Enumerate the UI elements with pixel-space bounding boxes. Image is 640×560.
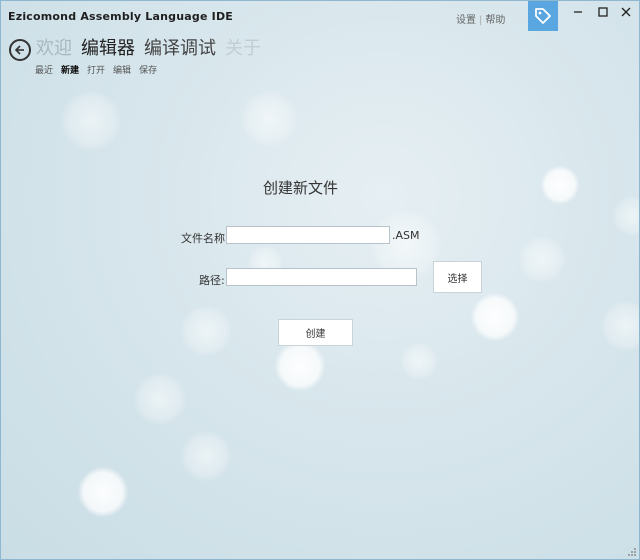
minimize-button[interactable] xyxy=(571,5,585,19)
nav-welcome[interactable]: 欢迎 xyxy=(36,38,72,59)
subnav-recent[interactable]: 最近 xyxy=(35,66,53,76)
main-nav: 欢迎 编辑器 编译调试 关于 xyxy=(36,34,270,60)
bokeh-light xyxy=(181,306,231,356)
bokeh-light xyxy=(541,166,579,204)
app-window: Ezicomond Assembly Language IDE 设置 | 帮助 欢迎… xyxy=(0,0,640,560)
extension-label: .ASM xyxy=(392,229,420,242)
close-button[interactable] xyxy=(619,5,633,19)
bokeh-light xyxy=(241,91,297,147)
bokeh-light xyxy=(401,343,437,379)
settings-link[interactable]: 设置 xyxy=(456,15,476,26)
path-label: 路径: xyxy=(199,274,225,287)
nav-about[interactable]: 关于 xyxy=(225,38,261,59)
browse-button[interactable]: 选择 xyxy=(433,261,482,293)
bokeh-light xyxy=(601,301,639,351)
tag-tile-button[interactable] xyxy=(528,1,558,31)
minimize-icon xyxy=(574,11,582,13)
tag-icon xyxy=(535,8,551,24)
create-button[interactable]: 创建 xyxy=(278,319,353,346)
path-input[interactable] xyxy=(226,268,417,286)
subnav-open[interactable]: 打开 xyxy=(87,66,105,76)
bokeh-light xyxy=(613,196,639,236)
bokeh-light xyxy=(61,91,121,151)
maximize-button[interactable] xyxy=(596,5,610,19)
bokeh-light xyxy=(519,236,565,282)
maximize-icon xyxy=(598,7,608,17)
app-title: Ezicomond Assembly Language IDE xyxy=(8,10,233,23)
title-bar: Ezicomond Assembly Language IDE 设置 | 帮助 xyxy=(1,1,639,33)
sub-nav: 最近 新建 打开 编辑 保存 xyxy=(35,63,165,76)
close-icon xyxy=(621,7,631,17)
bokeh-light xyxy=(181,431,231,481)
link-separator: | xyxy=(479,15,483,26)
help-link[interactable]: 帮助 xyxy=(485,15,505,26)
bokeh-light xyxy=(134,373,186,425)
filename-label: 文件名称: xyxy=(181,232,229,245)
subnav-edit[interactable]: 编辑 xyxy=(113,66,131,76)
back-button[interactable] xyxy=(9,39,31,61)
bokeh-light xyxy=(78,467,128,517)
nav-compile-debug[interactable]: 编译调试 xyxy=(144,38,216,59)
subnav-new[interactable]: 新建 xyxy=(61,66,79,76)
arrow-left-icon xyxy=(14,45,24,55)
resize-grip-icon[interactable] xyxy=(627,547,637,557)
form-title: 创建新文件 xyxy=(263,179,339,197)
bokeh-light xyxy=(471,293,519,341)
bokeh-light xyxy=(275,341,325,391)
subnav-save[interactable]: 保存 xyxy=(139,66,157,76)
nav-editor[interactable]: 编辑器 xyxy=(81,38,135,59)
top-links: 设置 | 帮助 xyxy=(456,11,505,26)
filename-input[interactable] xyxy=(226,226,390,244)
